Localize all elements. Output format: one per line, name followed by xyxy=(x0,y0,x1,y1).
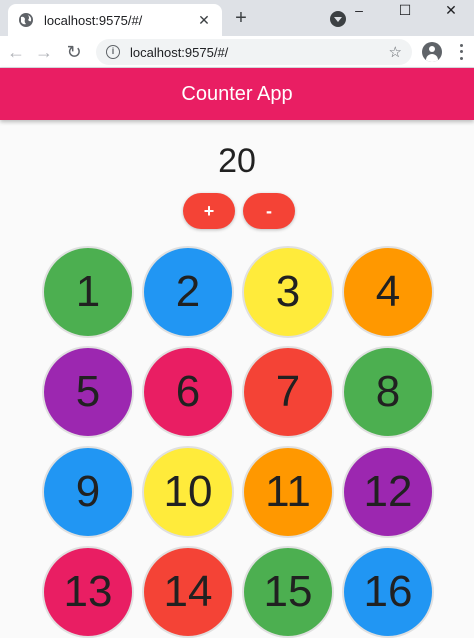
number-circle[interactable]: 10 xyxy=(142,446,234,538)
number-circle[interactable]: 15 xyxy=(242,546,334,638)
number-circle[interactable]: 11 xyxy=(242,446,334,538)
new-tab-button[interactable]: + xyxy=(230,8,252,30)
app-bar: Counter App xyxy=(0,68,474,120)
counter-value: 20 xyxy=(218,142,256,180)
number-circle[interactable]: 7 xyxy=(242,346,334,438)
number-circle[interactable]: 1 xyxy=(42,246,134,338)
number-circle[interactable]: 3 xyxy=(242,246,334,338)
info-icon[interactable]: i xyxy=(106,45,120,59)
address-bar[interactable]: i localhost:9575/#/ ☆ xyxy=(96,39,412,65)
profile-avatar-icon[interactable] xyxy=(422,42,442,62)
back-arrow-icon[interactable]: ← xyxy=(4,40,28,64)
tab-title: localhost:9575/#/ xyxy=(44,12,143,28)
increment-button[interactable]: + xyxy=(183,193,235,229)
number-circle[interactable]: 5 xyxy=(42,346,134,438)
globe-icon xyxy=(19,13,33,27)
browser-menu-icon[interactable] xyxy=(455,42,467,62)
number-circle[interactable]: 4 xyxy=(342,246,434,338)
number-circle[interactable]: 6 xyxy=(142,346,234,438)
app-title: Counter App xyxy=(181,82,293,105)
browser-tab[interactable]: localhost:9575/#/ ✕ xyxy=(8,4,222,36)
number-circle[interactable]: 8 xyxy=(342,346,434,438)
minimize-button[interactable]: – xyxy=(336,0,382,22)
forward-arrow-icon[interactable]: → xyxy=(32,40,56,64)
maximize-button[interactable]: ☐ xyxy=(382,0,428,22)
number-circle[interactable]: 14 xyxy=(142,546,234,638)
number-circle[interactable]: 2 xyxy=(142,246,234,338)
browser-tab-strip: localhost:9575/#/ ✕ + – ☐ ✕ xyxy=(0,0,474,36)
reload-icon[interactable]: ↻ xyxy=(62,40,86,64)
bookmark-star-icon[interactable]: ☆ xyxy=(389,43,402,61)
number-circle[interactable]: 12 xyxy=(342,446,434,538)
decrement-button[interactable]: - xyxy=(243,193,295,229)
url-text[interactable]: localhost:9575/#/ xyxy=(130,45,389,60)
number-circle[interactable]: 9 xyxy=(42,446,134,538)
tab-close-icon[interactable]: ✕ xyxy=(196,12,212,29)
close-window-button[interactable]: ✕ xyxy=(428,0,474,22)
number-circle[interactable]: 16 xyxy=(342,546,434,638)
main-content: 20 + - 1 2 3 4 5 6 7 8 9 10 11 12 13 14 15 16 xyxy=(0,120,474,638)
browser-toolbar: ← → ↻ i localhost:9575/#/ ☆ xyxy=(0,36,474,68)
number-circle[interactable]: 13 xyxy=(42,546,134,638)
